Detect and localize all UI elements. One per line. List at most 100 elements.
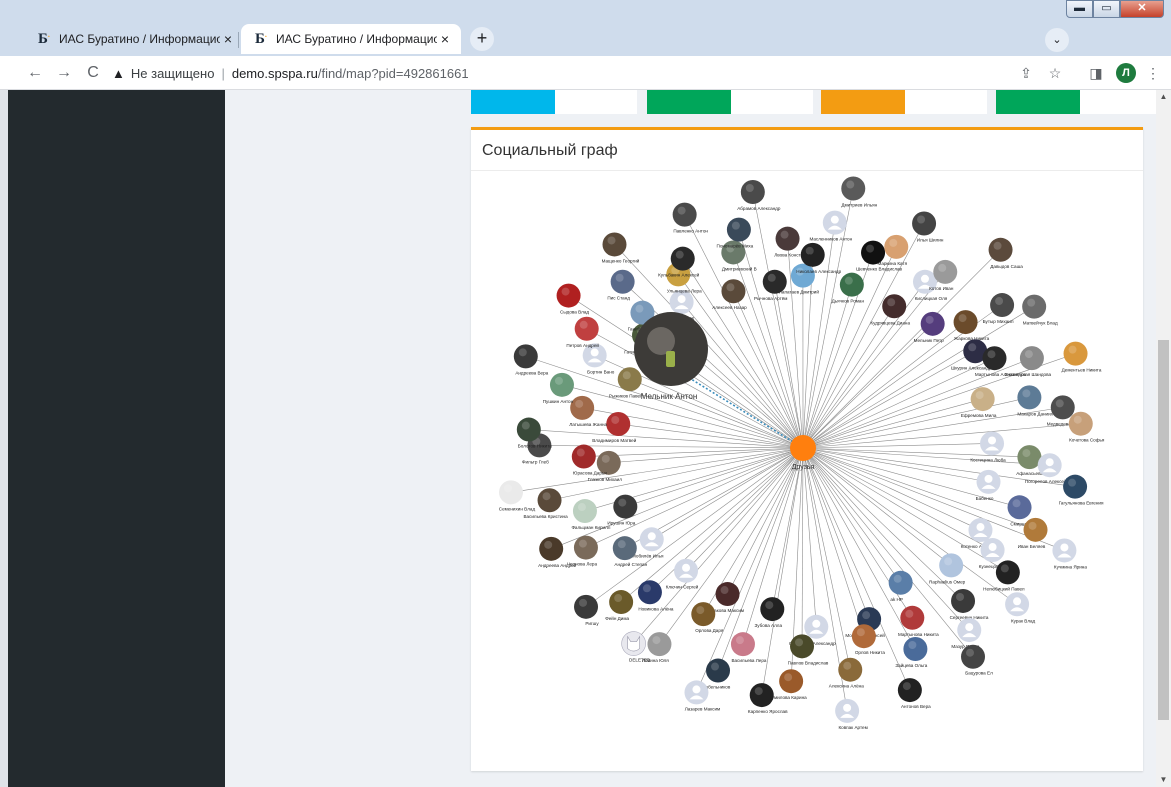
- friend-node[interactable]: Костицина Люба: [970, 431, 1006, 462]
- photo-avatar: [897, 678, 922, 703]
- friend-node[interactable]: Бутыр Михаил: [983, 293, 1015, 324]
- friend-node[interactable]: Масленников Антон: [809, 210, 853, 242]
- friend-node[interactable]: Алексина Алёна: [829, 657, 864, 689]
- friend-node[interactable]: Абрамов Александр: [737, 180, 781, 211]
- friend-node[interactable]: Знаменская Шандова: [1005, 346, 1052, 377]
- close-window-button[interactable]: ✕: [1120, 0, 1164, 18]
- maximize-button[interactable]: ▭: [1093, 0, 1120, 18]
- friend-node[interactable]: Мащенко Георгий: [602, 232, 640, 263]
- tab-separator: [238, 32, 239, 48]
- friend-node[interactable]: Бабенко: [976, 469, 1001, 501]
- close-tab-icon[interactable]: ×: [220, 31, 236, 47]
- friend-node[interactable]: Лвова Константин: [774, 226, 813, 258]
- friend-node[interactable]: Антонов Вера: [897, 678, 931, 709]
- friend-node[interactable]: Болотов Никита: [516, 417, 552, 449]
- scrollbar-thumb[interactable]: [1158, 340, 1169, 720]
- friend-label: DELETED: [629, 658, 651, 663]
- warning-icon[interactable]: ▲: [112, 66, 125, 81]
- friend-node[interactable]: Жаркова Никита: [953, 310, 990, 341]
- security-status[interactable]: Не защищено: [131, 66, 215, 81]
- friend-node[interactable]: Николаев Александр: [796, 242, 842, 274]
- friend-node[interactable]: Павленко Антон: [672, 202, 709, 234]
- friend-node[interactable]: Кочетова Софья: [1068, 411, 1105, 443]
- avatar-highlight: [745, 184, 754, 193]
- friend-node[interactable]: Пис Станд: [607, 269, 635, 301]
- browser-tab-1[interactable]: Б. ИАС Буратино / Информацион ×: [24, 24, 244, 54]
- photo-avatar: [933, 259, 958, 284]
- tab-search-chevron-icon[interactable]: ⌄: [1045, 28, 1069, 52]
- browser-tab-2[interactable]: Б. ИАС Буратино / Информацион ×: [241, 24, 461, 54]
- friend-node[interactable]: Пономарёв Миха: [717, 217, 754, 249]
- friend-node[interactable]: Курак Влад: [1005, 592, 1036, 623]
- friend-node[interactable]: Андреева Андрей: [538, 536, 577, 568]
- friend-node[interactable]: Кудрявцева Диана: [870, 294, 910, 325]
- minimize-button[interactable]: ▬: [1066, 0, 1093, 18]
- friend-node[interactable]: Андреева Вера: [513, 344, 549, 375]
- avatar-highlight: [887, 298, 896, 307]
- graph-link: [802, 447, 964, 602]
- friend-node[interactable]: Кучмина Ярина: [1052, 538, 1087, 569]
- page-scrollbar[interactable]: ▲ ▼: [1156, 90, 1171, 787]
- friend-node[interactable]: Семенихин Влад: [499, 480, 536, 511]
- center-node[interactable]: Друзья: [790, 435, 816, 471]
- reload-icon[interactable]: C: [82, 62, 104, 84]
- friend-node[interactable]: Матвейчук Влад: [1022, 294, 1058, 326]
- scroll-up-icon[interactable]: ▲: [1156, 90, 1171, 104]
- avatar-highlight: [917, 215, 926, 224]
- forward-arrow-icon[interactable]: →: [53, 62, 75, 84]
- side-panel-icon[interactable]: ◨: [1085, 62, 1107, 84]
- friend-label: Фейн Дима: [605, 615, 629, 621]
- friend-node[interactable]: Васильева Лера: [730, 632, 767, 663]
- friend-node[interactable]: ak HP: [888, 570, 913, 602]
- friend-label: Дементьев Никита: [1062, 368, 1102, 373]
- friend-node[interactable]: Мартынова Никита: [898, 605, 939, 637]
- friend-node[interactable]: Зубова Алла: [755, 597, 785, 628]
- friend-node[interactable]: Мельник Петр: [914, 311, 945, 343]
- main-person-node[interactable]: Мельник Антон: [634, 312, 708, 401]
- friend-node[interactable]: Сыдова Влад: [556, 283, 590, 315]
- friend-node[interactable]: Ключин Сергей: [666, 558, 699, 590]
- scroll-down-icon[interactable]: ▼: [1156, 773, 1171, 787]
- friend-node[interactable]: Зайцева Ольга: [895, 637, 928, 668]
- new-tab-button[interactable]: +: [470, 27, 494, 51]
- friend-node[interactable]: Ирушин Юра: [607, 494, 638, 526]
- friend-node[interactable]: Макаров Даниил: [1017, 385, 1054, 416]
- friend-node[interactable]: Алексеев Назар: [712, 279, 747, 310]
- photo-avatar: [574, 316, 599, 341]
- friend-node[interactable]: Рычнова Артём: [754, 269, 787, 301]
- friend-node[interactable]: Дьячков Роман: [832, 272, 865, 304]
- friend-node[interactable]: Сергеевич Никита: [950, 588, 989, 620]
- friend-node[interactable]: Пушкин Антон: [543, 372, 574, 404]
- friend-node[interactable]: DELETED: [621, 631, 651, 663]
- friend-node[interactable]: Бортин Вано: [582, 343, 615, 374]
- friend-node[interactable]: Орлов Никита: [851, 624, 885, 655]
- friend-node[interactable]: Raphaelius Омер: [929, 553, 966, 584]
- friend-node[interactable]: Васильева Кристина: [523, 488, 568, 519]
- friend-node[interactable]: Мазур Павел: [951, 618, 982, 649]
- friend-node[interactable]: Фальцман Кирилл: [571, 499, 611, 530]
- friend-label: Ульянцева Лера: [667, 288, 702, 293]
- friend-node[interactable]: Мобилёв Илья: [632, 527, 664, 558]
- close-tab-icon[interactable]: ×: [437, 31, 453, 47]
- profile-avatar[interactable]: Л: [1116, 63, 1136, 83]
- star-icon[interactable]: ☆: [1044, 62, 1066, 84]
- friend-node[interactable]: Дмитриев Ильян: [841, 176, 878, 208]
- user-icon: [1013, 597, 1022, 606]
- social-graph[interactable]: Лапатаев Дмитрий Николаев Александр Маслен…: [471, 171, 1143, 771]
- address-bar[interactable]: ▲ Не защищено | demo.spspa.ru/find/map?p…: [112, 60, 1042, 86]
- friend-node[interactable]: Ковпак Артем: [835, 698, 868, 730]
- friend-node[interactable]: Петров Андрей: [566, 316, 599, 348]
- avatar-highlight: [1022, 389, 1031, 398]
- friend-label: Котов Иван: [929, 286, 954, 291]
- friend-node[interactable]: Павлов Владислав: [788, 634, 829, 665]
- friend-node[interactable]: Бацурова Ел: [961, 644, 993, 676]
- share-icon[interactable]: ⇪: [1015, 62, 1037, 84]
- friend-node[interactable]: Фейн Дима: [605, 590, 634, 621]
- friend-node[interactable]: Кульбакин Алексей: [658, 246, 700, 278]
- menu-kebab-icon[interactable]: ⋮: [1142, 62, 1164, 84]
- friend-node[interactable]: Орлова Даря: [691, 602, 724, 633]
- friend-node[interactable]: Давыдов Саша: [988, 237, 1024, 269]
- friend-node[interactable]: Илья Шилин: [912, 211, 944, 242]
- friend-node[interactable]: Дементьев Никита: [1062, 341, 1102, 373]
- back-arrow-icon[interactable]: ←: [24, 62, 46, 84]
